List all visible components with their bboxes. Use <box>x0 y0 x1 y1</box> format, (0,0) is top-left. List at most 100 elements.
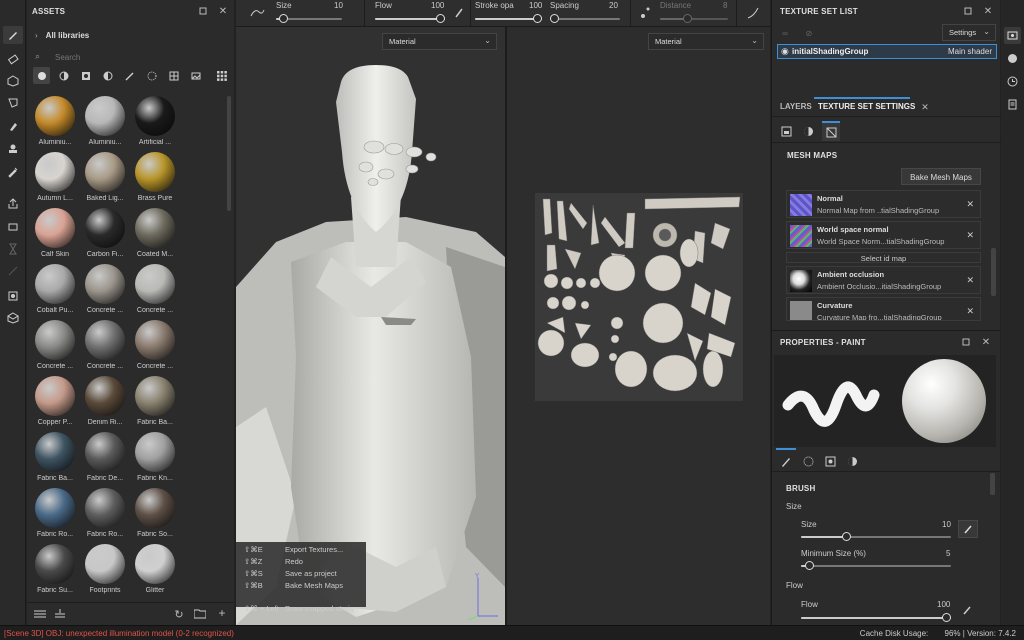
camera-icon[interactable] <box>3 287 23 305</box>
viewport-2d[interactable]: Material ⌄ <box>507 27 770 625</box>
material-tile[interactable]: Coated M... <box>131 208 179 262</box>
material-tile[interactable]: Fabric Ro... <box>81 488 129 542</box>
material-channels-icon[interactable] <box>800 123 816 139</box>
tss-scrollbar[interactable] <box>991 248 996 296</box>
tab-layers[interactable]: LAYERS <box>780 102 812 111</box>
toolbar-spacing-slider[interactable] <box>550 14 620 24</box>
properties-scrollbar[interactable] <box>990 473 995 495</box>
polygon-fill-icon[interactable] <box>3 94 23 112</box>
texture-filter-icon[interactable] <box>165 67 182 84</box>
close-icon[interactable]: ✕ <box>980 336 992 348</box>
slider-handle[interactable] <box>533 14 542 23</box>
eraser-icon[interactable] <box>3 50 23 68</box>
size-slider[interactable] <box>801 532 951 542</box>
all-libraries-row[interactable]: › All libraries <box>35 31 89 40</box>
stencil-icon[interactable] <box>822 453 838 469</box>
material-tile[interactable]: Baked Lig... <box>81 152 129 206</box>
lazy-mouse-icon[interactable] <box>638 4 652 22</box>
material-tile[interactable]: Copper P... <box>31 376 79 430</box>
export-icon[interactable] <box>3 195 23 213</box>
pen-pressure-icon[interactable] <box>958 520 978 538</box>
viewport-3d[interactable]: Material ⌄ ⇧⌘E Export Textures... ⇧⌘Z Redo … <box>236 27 505 625</box>
material-tile[interactable]: Fabric So... <box>131 488 179 542</box>
material-tile[interactable]: Denim Ri... <box>81 376 129 430</box>
status-message[interactable]: [Scene 3D] OBJ: unexpected illumination … <box>4 629 234 638</box>
material-tile[interactable]: Concrete ... <box>81 264 129 318</box>
material-filter-icon[interactable] <box>33 67 50 84</box>
unlink-icon[interactable]: ⊘ <box>802 26 816 40</box>
mask-filter-icon[interactable] <box>77 67 94 84</box>
float-panel-icon[interactable] <box>962 5 974 17</box>
select-id-map-button[interactable]: Select id map <box>786 252 981 263</box>
eye-icon[interactable]: ◉ <box>781 46 789 57</box>
material-tile[interactable]: Fabric Su... <box>31 544 79 597</box>
remove-map-icon[interactable]: ✕ <box>966 230 974 241</box>
texture-set-item[interactable]: ◉ initialShadingGroup Main shader <box>777 44 997 59</box>
slider-handle[interactable] <box>550 14 559 23</box>
particle-filter-icon[interactable] <box>143 67 160 84</box>
float-panel-icon[interactable] <box>960 336 972 348</box>
mesh-map-normal[interactable]: Normal Normal Map from ..tialShadingGrou… <box>786 190 981 218</box>
close-icon[interactable]: ✕ <box>217 5 229 17</box>
search-input[interactable] <box>55 50 225 64</box>
toolbar-stroke-slider[interactable] <box>475 14 542 24</box>
remove-map-icon[interactable]: ✕ <box>966 275 974 286</box>
symmetry-icon[interactable] <box>744 4 762 22</box>
smudge-icon[interactable] <box>3 117 23 135</box>
toolbar-distance-slider[interactable] <box>660 14 728 24</box>
float-panel-icon[interactable] <box>197 5 209 17</box>
material-tile[interactable]: Autumn L... <box>31 152 79 206</box>
link-icon[interactable]: ∞ <box>778 26 792 40</box>
material-tile[interactable]: Aluminiu... <box>81 96 129 150</box>
remove-map-icon[interactable]: ✕ <box>966 199 974 210</box>
paint-brush-icon[interactable] <box>3 26 23 44</box>
history-icon[interactable] <box>1004 73 1021 90</box>
smart-material-filter-icon[interactable] <box>55 67 72 84</box>
material-tile[interactable]: Concrete ... <box>131 264 179 318</box>
log-icon[interactable] <box>1004 96 1021 113</box>
viewport-2d-mode-dropdown[interactable]: Material ⌄ <box>648 33 764 50</box>
environment-filter-icon[interactable] <box>187 67 204 84</box>
pen-pressure-icon[interactable] <box>452 5 466 21</box>
add-icon[interactable]: + <box>215 606 229 620</box>
folder-icon[interactable] <box>193 608 207 620</box>
material-tile[interactable]: Fabric Ba... <box>31 432 79 486</box>
tab-texture-set-settings[interactable]: TEXTURE SET SETTINGS <box>818 102 915 111</box>
close-icon[interactable]: ✕ <box>982 5 994 17</box>
box-icon[interactable] <box>3 309 23 327</box>
material-tile[interactable]: Fabric De... <box>81 432 129 486</box>
color-picker-icon[interactable] <box>3 163 23 181</box>
slider-handle[interactable] <box>942 613 951 622</box>
material-tile[interactable]: Fabric Ba... <box>131 376 179 430</box>
slider-handle[interactable] <box>804 561 814 570</box>
shader-settings-icon[interactable] <box>1004 50 1021 67</box>
material-tile[interactable]: Carbon Fi... <box>81 208 129 262</box>
settings-dropdown[interactable]: Settings ⌄ <box>942 24 996 41</box>
material-tile[interactable]: Artificial ... <box>131 96 179 150</box>
slider-handle[interactable] <box>278 14 288 23</box>
slider-handle[interactable] <box>436 14 445 23</box>
material-tile[interactable]: Fabric Kn... <box>131 432 179 486</box>
library-settings-icon[interactable] <box>33 608 47 620</box>
material-icon[interactable] <box>844 453 860 469</box>
brush-settings-icon[interactable] <box>778 453 794 469</box>
material-tile[interactable]: Glitter <box>131 544 179 597</box>
slider-handle[interactable] <box>842 532 851 541</box>
material-tile[interactable]: Aluminiu... <box>31 96 79 150</box>
material-tile[interactable]: Fabric Ro... <box>31 488 79 542</box>
toolbar-flow-slider[interactable] <box>375 14 445 24</box>
projection-icon[interactable] <box>3 72 23 90</box>
flow-pressure-icon[interactable] <box>960 603 974 617</box>
mesh-maps-icon[interactable] <box>822 121 840 141</box>
clone-icon[interactable] <box>3 140 23 158</box>
mesh-map-curvature[interactable]: Curvature Curvature Map fro...tialShadin… <box>786 297 981 321</box>
brush-filter-icon[interactable] <box>121 67 138 84</box>
material-tile[interactable]: Calf Skin <box>31 208 79 262</box>
mesh-map-world-space-normal[interactable]: World space normal World Space Norm...ti… <box>786 221 981 249</box>
assets-scrollbar[interactable] <box>227 96 231 211</box>
bake-mesh-maps-button[interactable]: Bake Mesh Maps <box>901 168 981 185</box>
brush-preset-icon[interactable] <box>246 4 268 22</box>
toolbar-size-slider[interactable] <box>276 14 342 24</box>
refresh-icon[interactable]: ↻ <box>172 607 186 621</box>
texture-set-icon[interactable] <box>778 123 794 139</box>
